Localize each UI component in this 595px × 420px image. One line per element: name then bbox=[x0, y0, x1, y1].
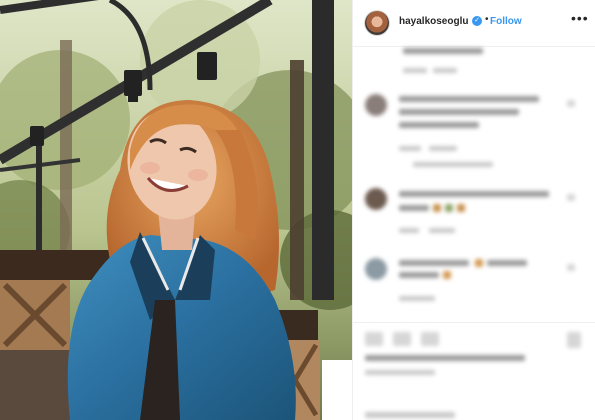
commenter-avatar bbox=[365, 188, 387, 210]
caption-blurred bbox=[353, 0, 595, 90]
comment-like-icon[interactable] bbox=[567, 194, 575, 201]
like-icon[interactable] bbox=[365, 332, 383, 346]
share-icon[interactable] bbox=[421, 332, 439, 346]
post-photo bbox=[0, 0, 352, 420]
comment-item bbox=[353, 252, 595, 318]
post-actions bbox=[353, 322, 595, 420]
comments-panel: hayalkoseoglu ✓ • Follow ••• bbox=[352, 0, 595, 420]
commenter-avatar bbox=[365, 258, 387, 280]
comment-like-icon[interactable] bbox=[567, 100, 575, 107]
comment-like-icon[interactable] bbox=[567, 264, 575, 271]
photo-illustration bbox=[0, 0, 352, 420]
comment-icon[interactable] bbox=[393, 332, 411, 346]
photo-corner-patch bbox=[322, 360, 352, 420]
commenter-avatar bbox=[365, 94, 387, 116]
comment-item bbox=[353, 86, 595, 176]
comment-item bbox=[353, 182, 595, 252]
save-icon[interactable] bbox=[567, 332, 581, 348]
